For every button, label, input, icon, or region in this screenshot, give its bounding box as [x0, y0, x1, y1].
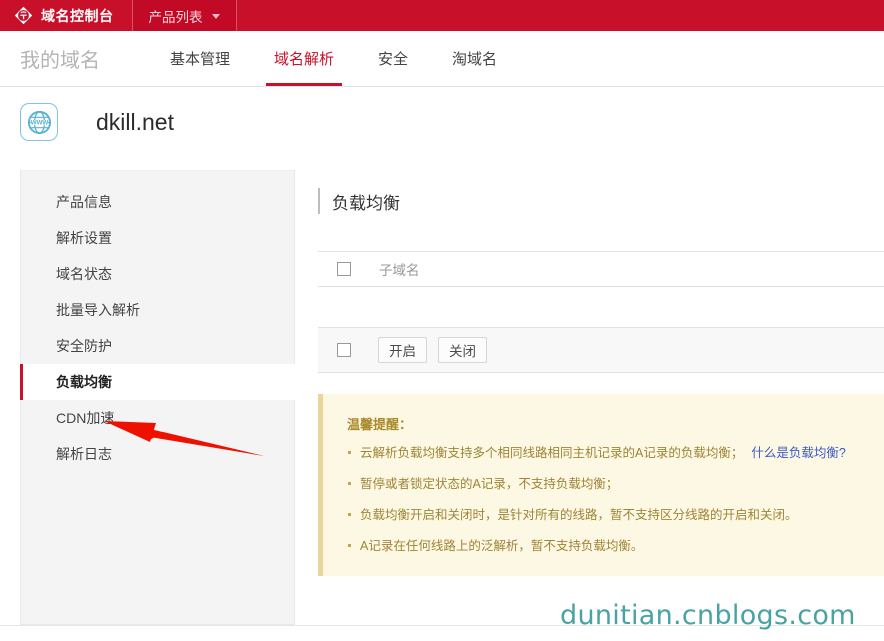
tab-label: 淘域名: [452, 48, 497, 69]
diamond-logo-icon: [14, 6, 33, 25]
sidebar-item-product-info[interactable]: 产品信息: [21, 184, 294, 220]
app-title: 域名控制台: [41, 6, 114, 26]
top-bar: 域名控制台 产品列表: [0, 0, 884, 31]
select-all-checkbox-header[interactable]: [337, 262, 351, 276]
enable-button[interactable]: 开启: [378, 337, 427, 363]
notice-item-text: 云解析负载均衡支持多个相同线路相同主机记录的A记录的负载均衡；: [360, 446, 743, 460]
tab-security[interactable]: 安全: [356, 31, 430, 86]
main-content: 负载均衡 子域名 开启 关闭 温馨提醒： 云解析负载均衡支持多个相同线路相同主机…: [318, 170, 884, 625]
sidebar-item-domain-status[interactable]: 域名状态: [21, 256, 294, 292]
page-title: 负载均衡: [318, 188, 478, 214]
sidebar-item-load-balancing[interactable]: 负载均衡: [20, 364, 295, 400]
sidebar-item-label: 安全防护: [56, 336, 112, 356]
sidebar-item-label: CDN加速: [56, 408, 114, 428]
sidebar-item-label: 产品信息: [56, 192, 112, 212]
sidebar-item-resolution-log[interactable]: 解析日志: [21, 436, 294, 472]
brand-area[interactable]: 域名控制台: [0, 0, 132, 31]
sidebar-item-cdn-acceleration[interactable]: CDN加速: [21, 400, 294, 436]
sidebar-item-security-protection[interactable]: 安全防护: [21, 328, 294, 364]
notice-item: 负载均衡开启和关闭时，是针对所有的线路，暂不支持区分线路的开启和关闭。: [347, 507, 866, 523]
sidebar-item-label: 负载均衡: [56, 372, 112, 392]
disable-button[interactable]: 关闭: [438, 337, 487, 363]
tab-label: 安全: [378, 48, 408, 69]
notice-box: 温馨提醒： 云解析负载均衡支持多个相同线路相同主机记录的A记录的负载均衡； 什么是…: [318, 394, 884, 576]
chevron-down-icon: [212, 14, 220, 19]
product-list-label: 产品列表: [149, 6, 203, 26]
table-header-row: 子域名: [318, 251, 884, 287]
sidebar-item-label: 批量导入解析: [56, 300, 140, 320]
select-all-checkbox-toolbar[interactable]: [337, 343, 351, 357]
notice-item: A记录在任何线路上的泛解析，暂不支持负载均衡。: [347, 538, 866, 554]
notice-item-text: 暂停或者锁定状态的A记录，不支持负载均衡；: [360, 477, 618, 491]
sidebar-item-label: 解析设置: [56, 228, 112, 248]
tab-label: 域名解析: [274, 48, 334, 69]
svg-text:WWW: WWW: [30, 119, 48, 126]
notice-item-text: 负载均衡开启和关闭时，是针对所有的线路，暂不支持区分线路的开启和关闭。: [360, 508, 798, 522]
sidebar-item-resolution-settings[interactable]: 解析设置: [21, 220, 294, 256]
watermark-text: dunitian.cnblogs.com: [560, 600, 856, 631]
notice-item: 暂停或者锁定状态的A记录，不支持负载均衡；: [347, 476, 866, 492]
page-section-title: 我的域名: [20, 44, 100, 73]
tab-domain-market[interactable]: 淘域名: [430, 31, 519, 86]
domain-name-label: dkill.net: [96, 109, 174, 136]
sidebar-item-label: 解析日志: [56, 444, 112, 464]
tab-label: 基本管理: [170, 48, 230, 69]
nav-tab-list: 基本管理 域名解析 安全 淘域名: [148, 31, 519, 86]
topbar-divider-right: [236, 0, 237, 31]
domain-header: WWW dkill.net: [0, 86, 884, 158]
notice-title: 温馨提醒：: [347, 414, 866, 433]
table-toolbar-row: 开启 关闭: [318, 327, 884, 373]
what-is-load-balancing-link[interactable]: 什么是负载均衡?: [751, 446, 845, 460]
notice-item-text: A记录在任何线路上的泛解析，暂不支持负载均衡。: [360, 539, 643, 553]
product-list-dropdown[interactable]: 产品列表: [133, 0, 236, 31]
notice-item: 云解析负载均衡支持多个相同线路相同主机记录的A记录的负载均衡； 什么是负载均衡?: [347, 445, 866, 461]
tab-dns-resolution[interactable]: 域名解析: [252, 31, 356, 86]
sidebar: 产品信息 解析设置 域名状态 批量导入解析 安全防护 负载均衡 CDN加速 解析…: [20, 170, 295, 625]
tab-basic-management[interactable]: 基本管理: [148, 31, 252, 86]
sidebar-item-label: 域名状态: [56, 264, 112, 284]
sidebar-item-batch-import[interactable]: 批量导入解析: [21, 292, 294, 328]
nav-bar: 我的域名 基本管理 域名解析 安全 淘域名: [0, 31, 884, 87]
www-globe-icon: WWW: [20, 103, 58, 141]
column-header-subdomain: 子域名: [379, 259, 420, 279]
